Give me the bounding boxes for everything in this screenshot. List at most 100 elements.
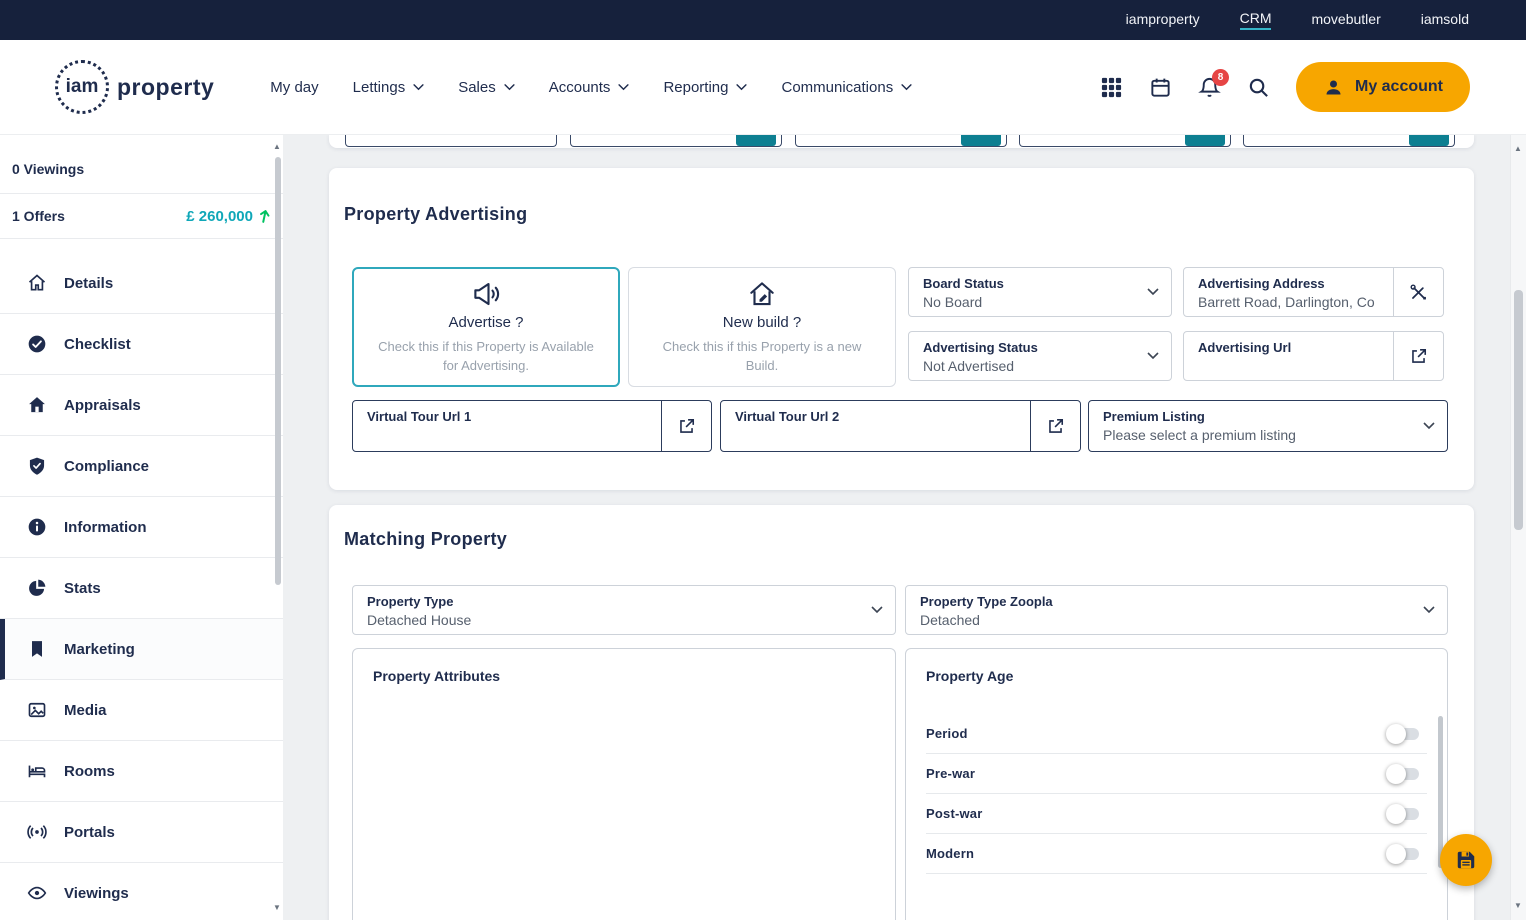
search-icon[interactable] xyxy=(1247,76,1270,99)
photo-icon xyxy=(28,702,46,718)
matching-property-card: Matching Property Property Type Detached… xyxy=(329,505,1474,920)
bed-icon xyxy=(28,765,46,778)
external-link-icon xyxy=(1049,418,1064,433)
save-button[interactable] xyxy=(1440,834,1492,886)
property-age-scrollbar[interactable] xyxy=(1438,716,1443,868)
sidebar-scrollbar[interactable]: ▲ ▼ xyxy=(271,135,283,920)
advertising-status-select[interactable]: Advertising Status Not Advertised xyxy=(908,331,1172,381)
period-toggle[interactable] xyxy=(1386,723,1419,744)
home-icon xyxy=(28,274,46,291)
property-type-zoopla-select[interactable]: Property Type Zoopla Detached xyxy=(905,585,1448,635)
sidebar-item-marketing[interactable]: Marketing xyxy=(0,619,283,680)
offers-label: 1 Offers xyxy=(12,208,65,224)
scroll-down-arrow[interactable]: ▼ xyxy=(1510,900,1526,912)
topbar-link-crm[interactable]: CRM xyxy=(1239,10,1272,30)
board-status-select[interactable]: Board Status No Board xyxy=(908,267,1172,317)
cutoff-field[interactable] xyxy=(795,135,1007,147)
advertising-url-field[interactable]: Advertising Url xyxy=(1183,331,1444,381)
sidebar-item-appraisals[interactable]: Appraisals xyxy=(0,375,283,436)
page-scroll-thumb[interactable] xyxy=(1514,290,1523,530)
cutoff-action-button[interactable] xyxy=(1185,135,1225,146)
scroll-up-arrow[interactable]: ▲ xyxy=(271,141,283,153)
header: iam property My day Lettings Sales Accou… xyxy=(0,40,1526,135)
open-virtual-tour-1-button[interactable] xyxy=(661,401,711,451)
topbar-link-iamproperty[interactable]: iamproperty xyxy=(1126,11,1200,29)
premium-listing-select[interactable]: Premium Listing Please select a premium … xyxy=(1088,400,1448,452)
pre-war-toggle[interactable] xyxy=(1386,763,1419,784)
cutoff-action-button[interactable] xyxy=(1409,135,1449,146)
iamproperty-logo[interactable]: iam property xyxy=(55,60,214,114)
edit-address-button[interactable] xyxy=(1393,268,1443,316)
sidebar-item-stats[interactable]: Stats xyxy=(0,558,283,619)
open-advertising-url-button[interactable] xyxy=(1393,332,1443,380)
logo-circle: iam xyxy=(55,60,109,114)
topbar-link-movebutler[interactable]: movebutler xyxy=(1311,11,1380,29)
header-actions: 8 My account xyxy=(1100,62,1470,112)
cutoff-field[interactable] xyxy=(345,135,557,147)
cutoff-action-button[interactable] xyxy=(736,135,776,146)
property-type-select[interactable]: Property Type Detached House xyxy=(352,585,896,635)
toggle-knob xyxy=(1386,803,1406,824)
chevron-down-icon xyxy=(871,606,883,614)
nav-sales[interactable]: Sales xyxy=(458,79,515,96)
cutoff-field[interactable] xyxy=(570,135,782,147)
save-floppy-icon xyxy=(1457,851,1475,869)
sidebar-item-portals[interactable]: Portals xyxy=(0,802,283,863)
new-build-tile-description: Check this if this Property is a new Bui… xyxy=(662,339,862,373)
sidebar-item-compliance[interactable]: Compliance xyxy=(0,436,283,497)
virtual-tour-url-1-field[interactable]: Virtual Tour Url 1 xyxy=(352,400,712,452)
sidebar-item-details[interactable]: Details xyxy=(0,253,283,314)
cutoff-card xyxy=(329,135,1474,148)
scroll-down-arrow[interactable]: ▼ xyxy=(271,902,283,914)
toggle-row-modern: Modern xyxy=(926,834,1427,874)
cutoff-field[interactable] xyxy=(1019,135,1231,147)
apps-grid-icon[interactable] xyxy=(1100,76,1123,99)
viewings-summary: 0 Viewings xyxy=(0,135,283,194)
topbar-link-iamsold[interactable]: iamsold xyxy=(1421,11,1469,29)
page-scrollbar[interactable]: ▲ ▼ xyxy=(1510,135,1526,920)
nav-lettings[interactable]: Lettings xyxy=(353,79,425,96)
offers-value: £ 260,000 xyxy=(186,207,253,225)
sidebar-scroll-thumb[interactable] xyxy=(275,157,281,585)
cutoff-action-button[interactable] xyxy=(961,135,1001,146)
advertise-tile[interactable]: Advertise ? Check this if this Property … xyxy=(352,267,620,387)
new-build-tile[interactable]: New build ? Check this if this Property … xyxy=(628,267,896,387)
advertising-address-field[interactable]: Advertising Address Barrett Road, Darlin… xyxy=(1183,267,1444,317)
broadcast-icon xyxy=(27,825,47,839)
sidebar-item-media[interactable]: Media xyxy=(0,680,283,741)
external-link-icon xyxy=(1412,348,1427,363)
cutoff-field[interactable] xyxy=(1243,135,1455,147)
nav-accounts[interactable]: Accounts xyxy=(549,79,630,96)
my-account-button[interactable]: My account xyxy=(1295,62,1470,112)
nav-communications[interactable]: Communications xyxy=(781,79,912,96)
arrow-up-icon xyxy=(260,210,270,223)
chevron-down-icon xyxy=(736,83,748,90)
toggle-knob xyxy=(1386,763,1406,784)
nav-reporting[interactable]: Reporting xyxy=(663,79,748,96)
advertise-tile-description: Check this if this Property is Available… xyxy=(378,339,594,373)
property-age-panel: Property Age Period Pre-war Post-war Mod… xyxy=(905,648,1448,920)
info-icon xyxy=(28,518,46,536)
sidebar-item-rooms[interactable]: Rooms xyxy=(0,741,283,802)
logo-text: property xyxy=(117,73,215,100)
sidebar-item-information[interactable]: Information xyxy=(0,497,283,558)
open-virtual-tour-2-button[interactable] xyxy=(1030,401,1080,451)
notifications-bell-icon[interactable]: 8 xyxy=(1198,68,1229,99)
house-pencil-icon xyxy=(750,282,774,306)
notification-badge: 8 xyxy=(1211,68,1229,86)
modern-toggle[interactable] xyxy=(1386,843,1419,864)
chevron-down-icon xyxy=(618,83,630,90)
post-war-toggle[interactable] xyxy=(1386,803,1419,824)
panel-title: Property Age xyxy=(926,668,1014,684)
nav-my-day[interactable]: My day xyxy=(270,79,318,96)
external-link-icon xyxy=(680,418,695,433)
section-title: Matching Property xyxy=(344,529,508,549)
calendar-icon[interactable] xyxy=(1149,76,1172,99)
chevron-down-icon xyxy=(1423,606,1435,614)
sidebar-item-checklist[interactable]: Checklist xyxy=(0,314,283,375)
scroll-up-arrow[interactable]: ▲ xyxy=(1510,143,1526,155)
sidebar-item-viewings[interactable]: Viewings xyxy=(0,863,283,920)
chevron-down-icon xyxy=(901,83,912,90)
main-nav: My day Lettings Sales Accounts Reporting… xyxy=(270,79,912,96)
virtual-tour-url-2-field[interactable]: Virtual Tour Url 2 xyxy=(720,400,1081,452)
